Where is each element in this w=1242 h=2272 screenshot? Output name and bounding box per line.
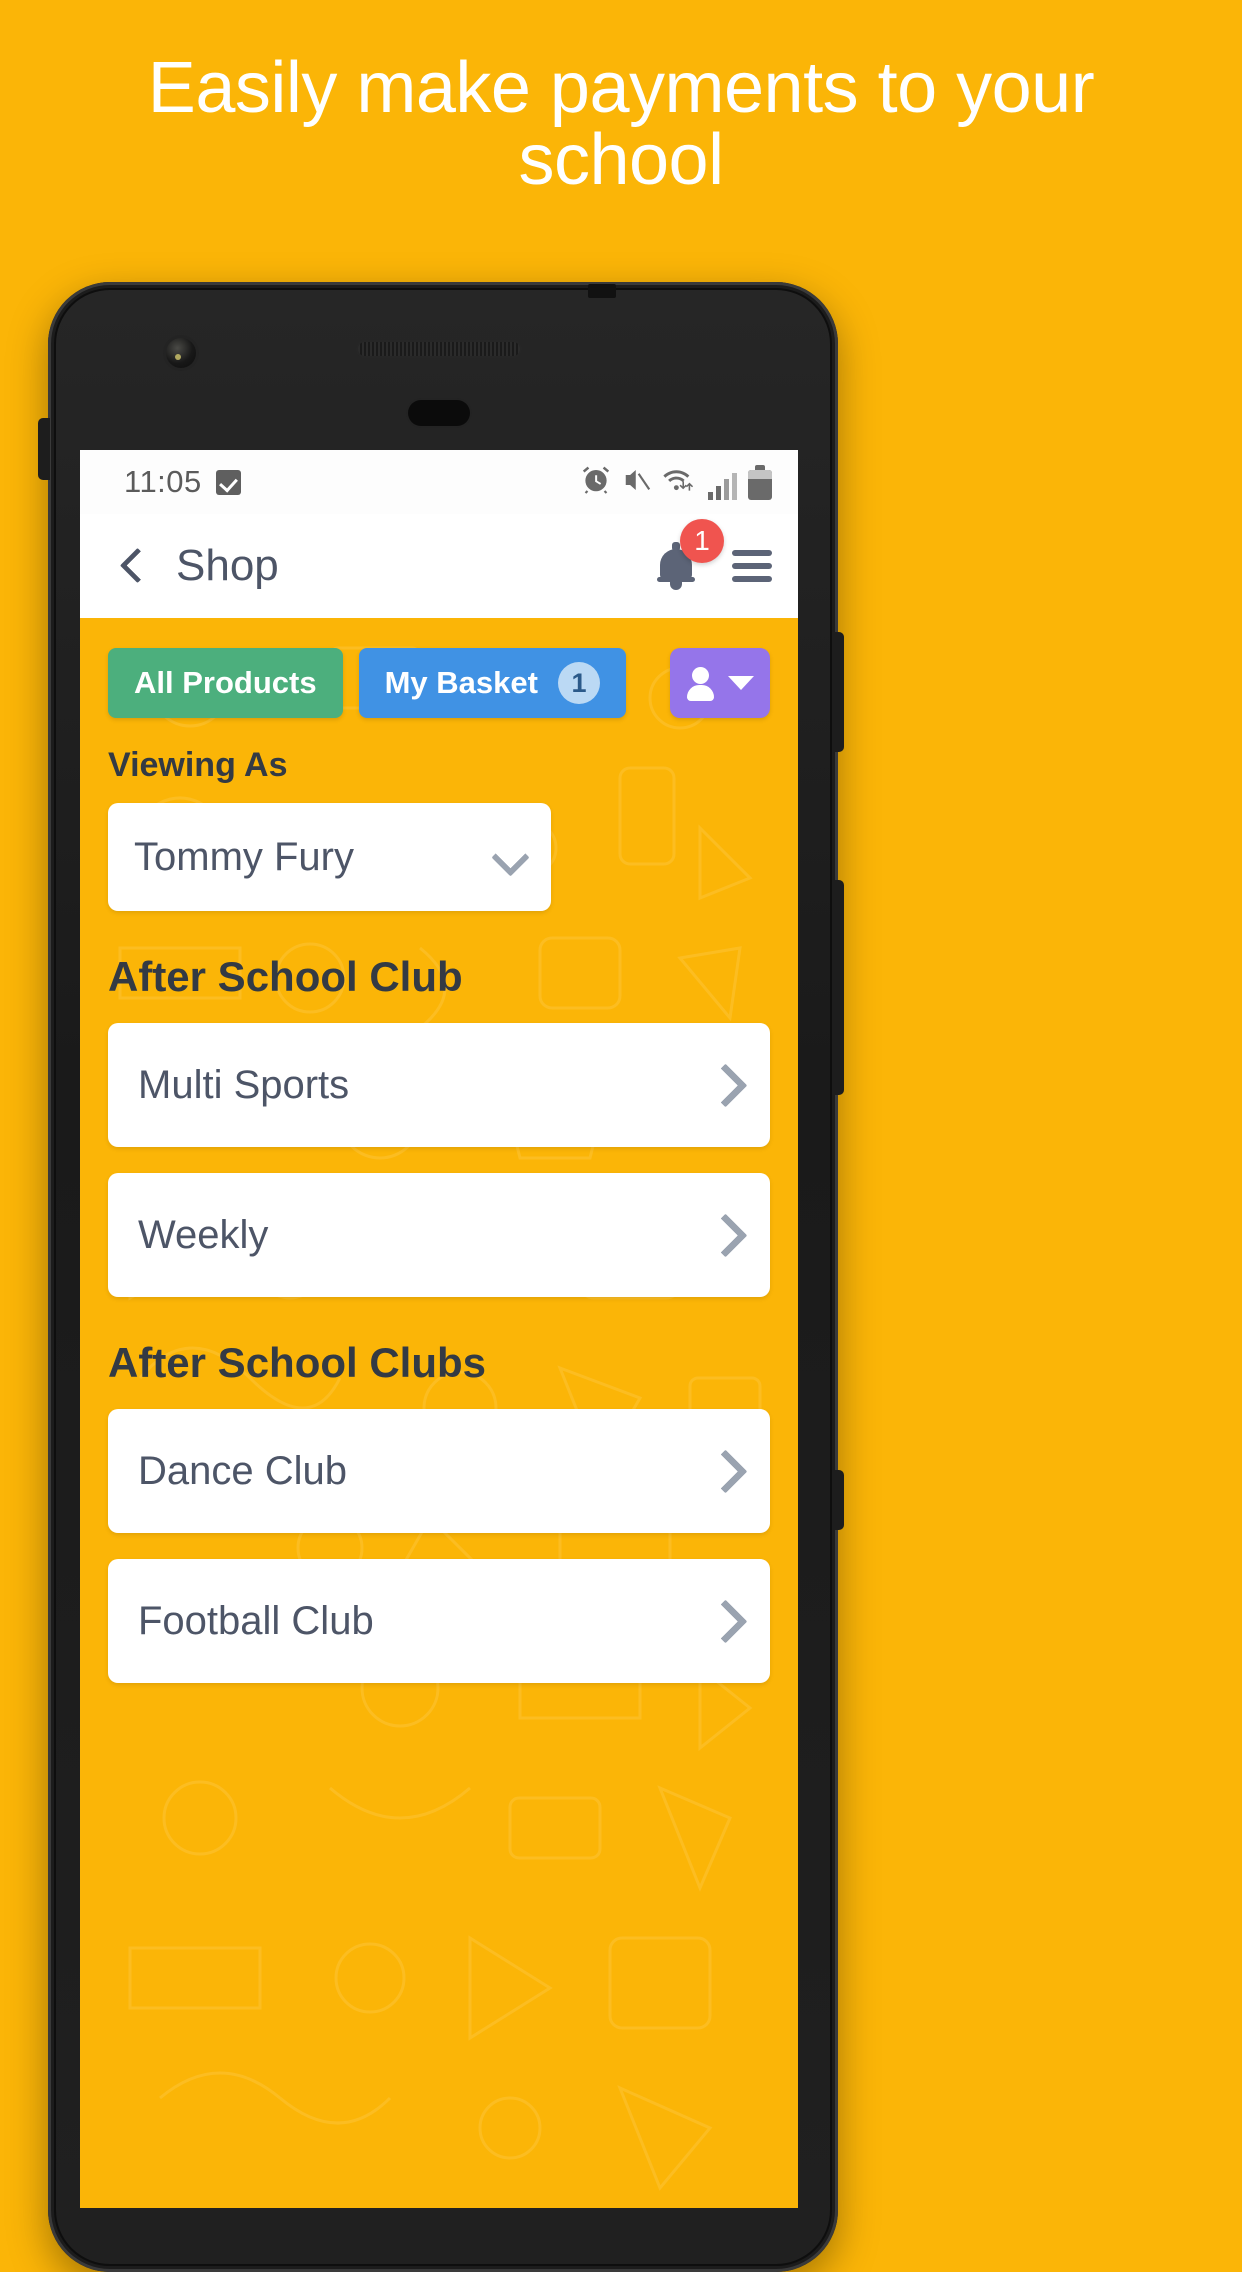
phone-screen: 11:05 Shop 1 All Products My Basket 1 Vi… xyxy=(80,450,798,2208)
front-sensor xyxy=(408,400,470,426)
chevron-down-icon xyxy=(495,842,525,872)
chevron-left-icon[interactable] xyxy=(108,542,156,590)
status-bar-clock: 11:05 xyxy=(124,464,202,499)
basket-count-badge: 1 xyxy=(557,662,600,704)
tabs-row: All Products My Basket 1 xyxy=(108,648,770,718)
volume-mute-icon xyxy=(622,465,652,500)
viewing-as-selected-value: Tommy Fury xyxy=(134,834,354,879)
list-item[interactable]: Football Club xyxy=(108,1559,770,1683)
shop-content: All Products My Basket 1 Viewing As Tomm… xyxy=(80,618,798,2208)
app-bar: Shop 1 xyxy=(80,514,798,618)
person-icon xyxy=(686,667,714,701)
user-account-button[interactable] xyxy=(670,648,770,718)
page-title: Shop xyxy=(176,541,279,590)
viewing-as-label: Viewing As xyxy=(108,746,288,784)
tab-all-products[interactable]: All Products xyxy=(108,648,343,718)
notification-badge: 1 xyxy=(680,519,724,563)
bell-clapper-icon xyxy=(670,581,682,590)
status-bar: 11:05 xyxy=(80,450,798,514)
tab-my-basket-label: My Basket xyxy=(384,665,538,700)
app-bar-actions: 1 xyxy=(654,519,772,591)
status-bar-right xyxy=(581,464,772,500)
battery-icon xyxy=(748,464,772,500)
checkbox-icon xyxy=(215,469,241,495)
wifi-icon xyxy=(663,465,697,500)
list-item-label: Weekly xyxy=(138,1212,269,1257)
section-title-after-school-club: After School Club xyxy=(108,953,463,1000)
hamburger-menu-icon[interactable] xyxy=(732,550,772,582)
earpiece-speaker xyxy=(358,342,520,356)
product-list-after-school-clubs: Dance Club Football Club xyxy=(108,1409,770,1683)
chevron-right-icon xyxy=(706,1454,740,1488)
chevron-right-icon xyxy=(706,1218,740,1252)
list-item-label: Football Club xyxy=(138,1598,374,1643)
phone-button-right-top[interactable] xyxy=(832,632,844,752)
tab-all-products-label: All Products xyxy=(134,665,317,700)
antenna-nub xyxy=(588,284,616,298)
list-item-label: Multi Sports xyxy=(138,1062,350,1107)
signal-bars-icon xyxy=(708,472,737,500)
section-title-after-school-clubs: After School Clubs xyxy=(108,1339,487,1386)
chevron-right-icon xyxy=(706,1068,740,1102)
list-item[interactable]: Weekly xyxy=(108,1173,770,1297)
tab-my-basket[interactable]: My Basket 1 xyxy=(358,648,626,718)
list-item-label: Dance Club xyxy=(138,1448,348,1493)
alarm-clock-icon xyxy=(581,465,611,500)
caret-down-icon xyxy=(728,676,754,690)
phone-button-right-middle[interactable] xyxy=(832,880,844,1095)
viewing-as-select[interactable]: Tommy Fury xyxy=(108,803,551,911)
list-item[interactable]: Dance Club xyxy=(108,1409,770,1533)
phone-button-right-bottom[interactable] xyxy=(832,1470,844,1530)
list-item[interactable]: Multi Sports xyxy=(108,1023,770,1147)
product-list-after-school-club: Multi Sports Weekly xyxy=(108,1023,770,1297)
promo-headline: Easily make payments to your school xyxy=(147,48,1095,200)
phone-button-left[interactable] xyxy=(38,418,50,480)
status-bar-left: 11:05 xyxy=(124,464,241,500)
front-camera-icon xyxy=(166,338,196,368)
notifications-button[interactable]: 1 xyxy=(654,519,724,591)
chevron-right-icon xyxy=(706,1604,740,1638)
